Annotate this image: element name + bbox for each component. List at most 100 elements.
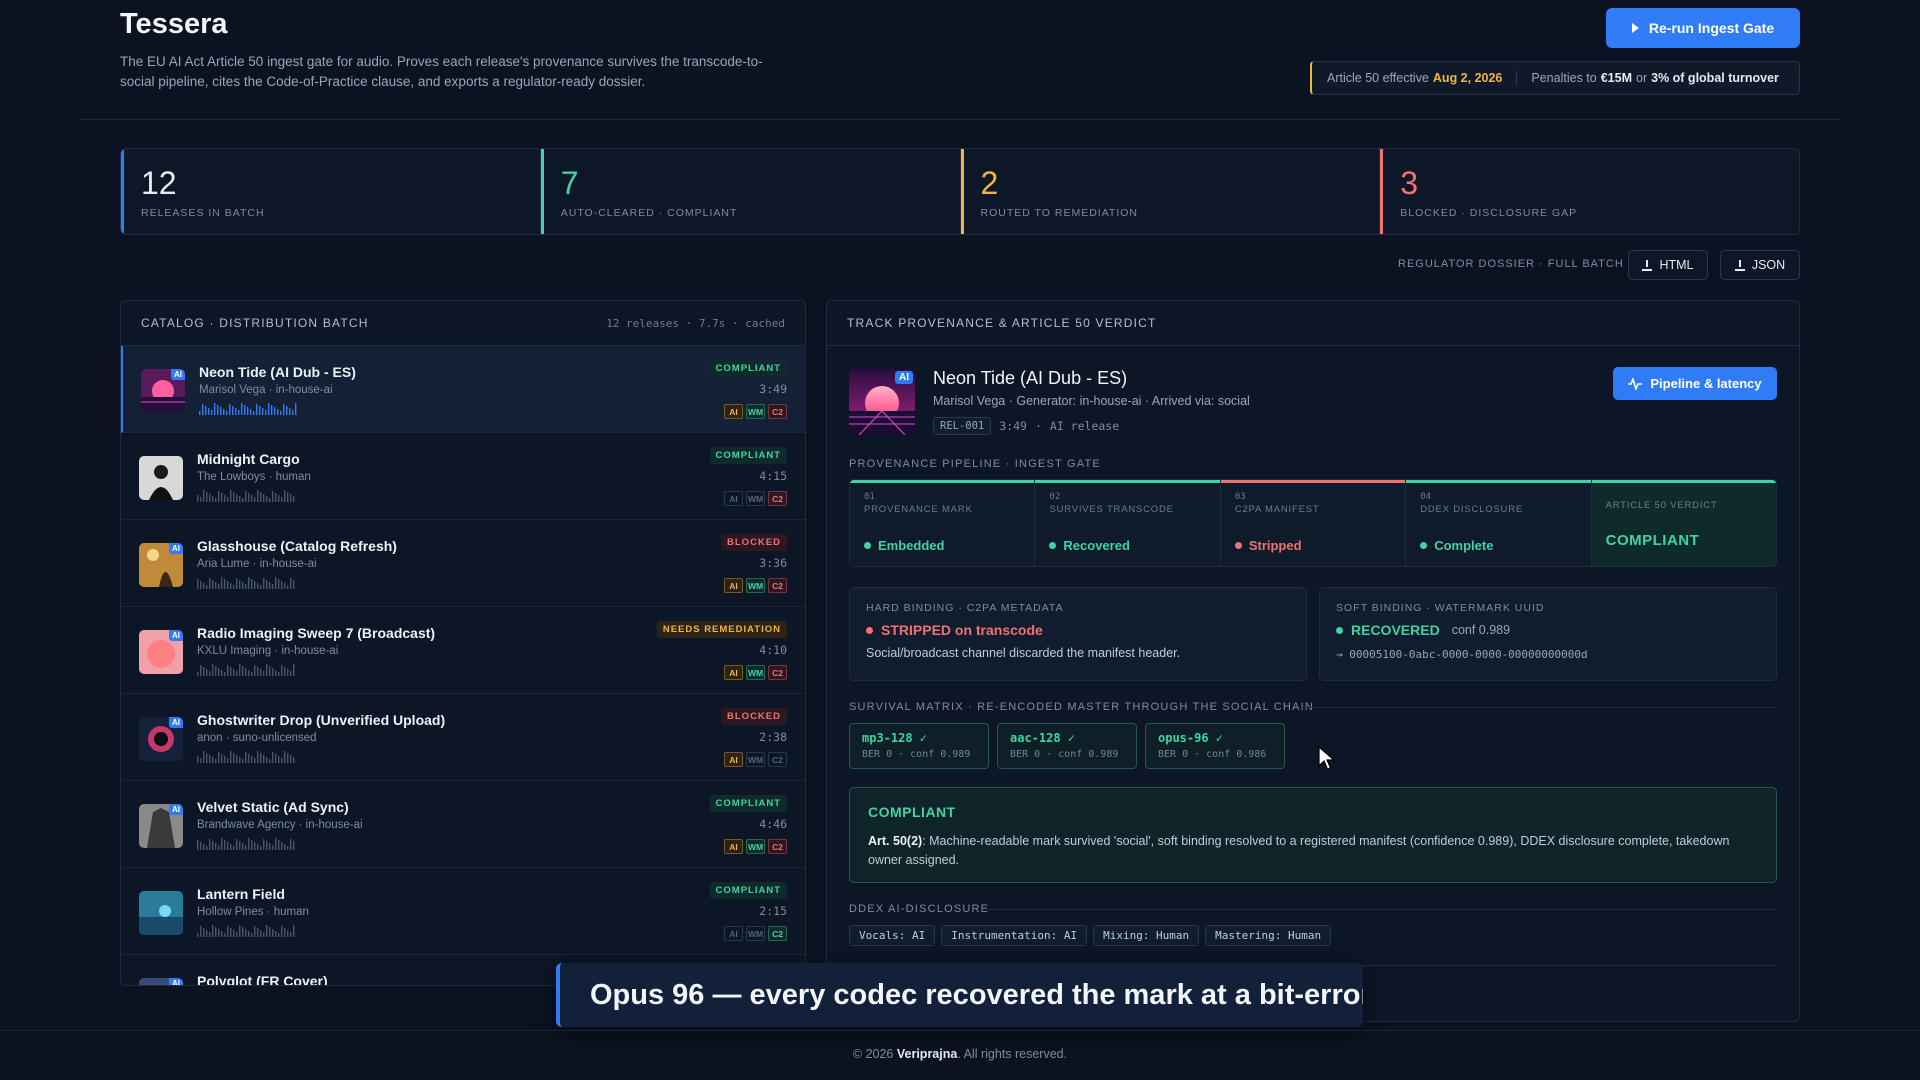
release-title: Midnight Cargo xyxy=(197,451,300,467)
codec-name: opus-96 ✓ xyxy=(1158,731,1224,745)
release-duration: 4:15 xyxy=(759,469,787,483)
stage-index: 03 xyxy=(1234,492,1246,502)
batch-stats: 12 Releases in batch 7 Auto-cleared · Co… xyxy=(120,148,1800,235)
hard-binding-status: STRIPPED on transcode xyxy=(866,622,1290,638)
catalog-row[interactable]: Midnight Cargo The Lowboys · human COMPLIA… xyxy=(121,433,805,520)
verdict-description: Art. 50(2): Machine-readable mark surviv… xyxy=(868,832,1758,870)
chip-wm: WM xyxy=(746,578,765,593)
stage-ddex-disclosure: 04 DDEX DISCLOSURE Complete xyxy=(1406,480,1592,566)
footer-brand[interactable]: Veriprajna xyxy=(897,1047,957,1061)
ddex-tag: Instrumentation: AI xyxy=(941,925,1088,946)
stage-index: 04 xyxy=(1420,492,1432,502)
release-artwork: AI xyxy=(139,543,183,587)
ai-badge: AI xyxy=(895,371,913,384)
hard-binding-card: HARD BINDING · C2PA METADATA STRIPPED on… xyxy=(849,587,1307,681)
app-title: Tessera xyxy=(120,8,228,40)
chip-wm: WM xyxy=(746,404,765,419)
codec-card[interactable]: mp3-128 ✓ BER 0 · conf 0.989 xyxy=(849,723,989,769)
release-artwork: AI xyxy=(139,717,183,761)
stat-value: 2 xyxy=(980,165,999,201)
chip-wm: WM xyxy=(746,491,765,506)
stage-name: SURVIVES TRANSCODE xyxy=(1049,504,1174,515)
section-divider xyxy=(1301,707,1777,708)
catalog-row[interactable]: Lantern Field Hollow Pines · human COMPLIA… xyxy=(121,868,805,955)
hard-binding-status-text: STRIPPED on transcode xyxy=(881,622,1043,638)
soft-binding-confidence: conf 0.989 xyxy=(1451,623,1511,637)
stage-topbar xyxy=(1035,480,1220,483)
narration-caption: Opus 96 — every codec recovered the mark… xyxy=(556,963,1363,1027)
ddex-tag: Mastering: Human xyxy=(1205,925,1332,946)
release-artist: Hollow Pines · human xyxy=(197,906,309,918)
provenance-chips: AI WM C2 xyxy=(724,839,787,854)
export-html-button[interactable]: HTML xyxy=(1628,250,1708,280)
release-title: Neon Tide (AI Dub - ES) xyxy=(199,364,356,380)
rerun-ingest-gate-button[interactable]: Re-run Ingest Gate xyxy=(1606,8,1800,48)
waveform-icon xyxy=(197,490,295,502)
watermark-uuid: → 00005100-0abc-0000-0000-00000000000d xyxy=(1336,648,1588,661)
release-title: Polyglot (FR Cover) xyxy=(197,973,328,986)
track-artwork: AI xyxy=(849,369,915,435)
status-badge: COMPLIANT xyxy=(709,447,787,464)
detail-header: TRACK PROVENANCE & ARTICLE 50 VERDICT xyxy=(827,301,1799,346)
stat-label: Routed to remediation xyxy=(980,207,1139,219)
stat-value: 3 xyxy=(1400,165,1419,201)
release-title: Radio Imaging Sweep 7 (Broadcast) xyxy=(197,625,436,641)
status-dot xyxy=(1234,542,1242,549)
soft-binding-head: SOFT BINDING · WATERMARK UUID xyxy=(1336,602,1545,614)
export-json-button[interactable]: JSON xyxy=(1720,250,1800,280)
stage-topbar xyxy=(850,480,1035,483)
release-artwork: AI xyxy=(139,630,183,674)
release-title: Glasshouse (Catalog Refresh) xyxy=(197,538,397,554)
release-duration: 3:36 xyxy=(759,556,787,570)
ddex-tags: Vocals: AI Instrumentation: AI Mixing: H… xyxy=(849,925,1332,946)
release-artwork xyxy=(139,456,183,500)
catalog-row[interactable]: AI Radio Imaging Sweep 7 (Broadcast) KXLU … xyxy=(121,607,805,694)
stage-provenance-mark: 01 PROVENANCE MARK Embedded xyxy=(850,480,1036,566)
ai-badge: AI xyxy=(171,369,185,380)
rerun-label: Re-run Ingest Gate xyxy=(1648,20,1775,36)
stat-releases: 12 Releases in batch xyxy=(121,149,541,234)
codec-card[interactable]: aac-128 ✓ BER 0 · conf 0.989 xyxy=(997,723,1137,769)
chip-wm: WM xyxy=(746,839,765,854)
stage-index: 02 xyxy=(1049,492,1061,502)
provenance-chips: AI WM C2 xyxy=(724,578,787,593)
ai-badge: AI xyxy=(169,717,183,728)
catalog-row[interactable]: AI Velvet Static (Ad Sync) Brandwave Agenc… xyxy=(121,781,805,868)
chip-ai: AI xyxy=(724,839,743,854)
chip-c2: C2 xyxy=(768,839,787,854)
status-dot xyxy=(864,542,871,549)
stage-value: Embedded xyxy=(864,538,944,553)
verdict-article: Art. 50(2) xyxy=(868,834,923,848)
artwork-image xyxy=(139,891,183,935)
codec-card[interactable]: opus-96 ✓ BER 0 · conf 0.986 xyxy=(1145,723,1285,769)
waveform-icon xyxy=(197,751,295,763)
track-duration: 3:49 xyxy=(999,419,1027,433)
catalog-row[interactable]: AI Neon Tide (AI Dub - ES) Marisol Vega · … xyxy=(121,346,805,433)
play-icon xyxy=(1631,23,1639,33)
pulse-icon xyxy=(1628,377,1643,390)
provenance-chips: AI WM C2 xyxy=(724,752,787,767)
status-badge: COMPLIANT xyxy=(709,882,787,899)
release-artist: KXLU Imaging · in-house-ai xyxy=(197,645,339,657)
codec-stats: BER 0 · conf 0.986 xyxy=(1158,749,1267,760)
status-badge: BLOCKED xyxy=(721,534,787,551)
codec-survival-matrix: mp3-128 ✓ BER 0 · conf 0.989 aac-128 ✓ B… xyxy=(849,723,1285,769)
download-icon xyxy=(1734,259,1745,271)
export-json-label: JSON xyxy=(1751,258,1786,272)
release-id-tag: REL-001 xyxy=(933,417,992,435)
stage-value-text: Complete xyxy=(1434,538,1494,553)
provenance-chips: AI WM C2 xyxy=(724,926,787,941)
stage-c2pa-manifest: 03 C2PA MANIFEST Stripped xyxy=(1220,480,1407,566)
catalog-row[interactable]: AI Glasshouse (Catalog Refresh) Aria Lume … xyxy=(121,520,805,607)
pipeline-latency-label: Pipeline & latency xyxy=(1650,376,1762,391)
mouse-cursor-icon xyxy=(1318,746,1336,770)
release-artist: Aria Lume · in-house-ai xyxy=(197,558,317,570)
pipeline-latency-button[interactable]: Pipeline & latency xyxy=(1613,367,1777,400)
hard-binding-head: HARD BINDING · C2PA METADATA xyxy=(866,602,1064,614)
stage-topbar xyxy=(1406,480,1591,483)
stat-label: Releases in batch xyxy=(141,207,265,219)
chip-c2: C2 xyxy=(768,491,787,506)
catalog-row[interactable]: AI Ghostwriter Drop (Unverified Upload) an… xyxy=(121,694,805,781)
release-artwork: AI xyxy=(141,369,185,413)
ai-badge: AI xyxy=(169,543,183,554)
